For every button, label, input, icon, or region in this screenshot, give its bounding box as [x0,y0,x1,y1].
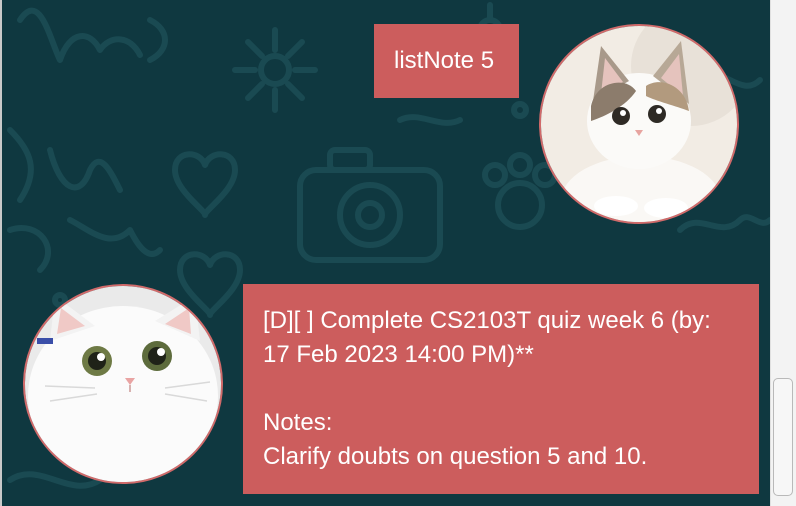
bot-message-text: [D][ ] Complete CS2103T quiz week 6 (by:… [263,307,711,470]
window-edge [0,0,2,506]
user-message-text: listNote 5 [394,47,495,74]
cat-avatar-icon [25,286,221,482]
user-message-bubble: listNote 5 [374,24,519,98]
bot-message-bubble: [D][ ] Complete CS2103T quiz week 6 (by:… [243,284,759,494]
user-avatar [539,24,739,224]
bot-avatar [23,284,223,484]
scrollbar-thumb[interactable] [773,378,793,496]
cat-avatar-icon [541,26,737,222]
